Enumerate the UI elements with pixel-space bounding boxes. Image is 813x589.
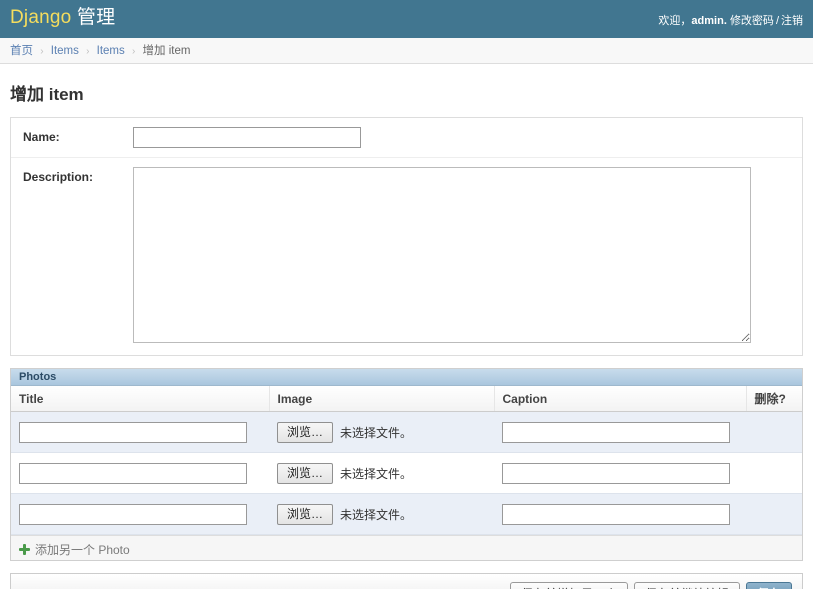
save-button[interactable] (745, 582, 792, 589)
photo-file-input[interactable]: 浏览… 未选择文件。 (277, 503, 486, 525)
add-another-photo-link[interactable]: 添加另一个 Photo (19, 541, 130, 558)
table-row: 浏览… 未选择文件。 (11, 452, 802, 494)
site-title-brand: Django (10, 7, 72, 28)
table-row: 浏览… 未选择文件。 (11, 493, 802, 535)
browse-button[interactable]: 浏览… (277, 462, 333, 484)
username-label: admin. (691, 15, 727, 27)
cell-image: 浏览… 未选择文件。 (269, 411, 494, 453)
breadcrumb: 首页 › Items › Items › 增加 item (0, 38, 813, 64)
cell-caption (494, 411, 746, 453)
photo-caption-input[interactable] (502, 462, 730, 484)
breadcrumb-item-model[interactable]: Items (97, 45, 125, 57)
logout-link[interactable]: 注销 (781, 15, 803, 27)
file-status-label: 未选择文件。 (340, 507, 413, 522)
photo-caption-input[interactable] (502, 421, 730, 443)
plus-icon (19, 544, 30, 555)
cell-delete (746, 411, 802, 453)
save-and-continue-button[interactable] (633, 582, 740, 589)
column-header-title: Title (11, 386, 270, 412)
site-title-suffix: 管理 (76, 7, 116, 28)
inline-heading-photos: Photos (11, 369, 802, 386)
page-header: Django 管理 欢迎，admin. 修改密码 / 注销 (0, 0, 813, 38)
photo-title-input[interactable] (19, 503, 247, 525)
cell-title (11, 493, 269, 535)
breadcrumb-separator: › (86, 46, 90, 57)
file-status-label: 未选择文件。 (340, 425, 413, 440)
submit-row (10, 573, 803, 589)
cell-caption (494, 452, 746, 494)
user-tools: 欢迎，admin. 修改密码 / 注销 (658, 12, 803, 28)
photo-title-input[interactable] (19, 462, 247, 484)
file-status-label: 未选择文件。 (340, 466, 413, 481)
browse-button[interactable]: 浏览… (277, 503, 333, 525)
breadcrumb-item-current: 增加 item (142, 45, 191, 57)
content-area: 增加 item Name: Description: Photos Title (0, 64, 813, 589)
description-textarea[interactable] (133, 167, 751, 343)
site-title[interactable]: Django 管理 (10, 7, 115, 29)
breadcrumb-separator: › (40, 46, 44, 57)
welcome-text: 欢迎， (658, 15, 692, 27)
description-field-label: Description: (23, 170, 94, 184)
photo-title-input[interactable] (19, 421, 247, 443)
breadcrumb-separator: › (131, 46, 136, 57)
photo-caption-input[interactable] (502, 503, 730, 525)
inline-group-photos: Photos Title Image Caption 删除? 浏览… 未选择文件… (10, 368, 803, 561)
cell-title (11, 411, 269, 453)
photos-header-row: Title Image Caption 删除? (11, 386, 802, 412)
save-and-add-another-button[interactable] (509, 582, 628, 589)
page-title: 增加 item (10, 85, 84, 104)
column-header-caption: Caption (494, 386, 747, 412)
cell-delete (746, 493, 802, 535)
name-input[interactable] (133, 127, 361, 148)
cell-title (11, 452, 269, 494)
column-header-image: Image (269, 386, 495, 412)
name-field-holder (133, 127, 790, 148)
form-row-name: Name: (11, 118, 802, 158)
cell-image: 浏览… 未选择文件。 (269, 493, 494, 535)
photo-file-input[interactable]: 浏览… 未选择文件。 (277, 421, 486, 443)
description-field-holder (133, 167, 790, 346)
photo-file-input[interactable]: 浏览… 未选择文件。 (277, 462, 486, 484)
photos-table-body: 浏览… 未选择文件。 浏览… 未选择文件。 浏览… 未选择文件。 (11, 411, 802, 535)
branding: Django 管理 (10, 7, 115, 29)
photos-table-head: Title Image Caption 删除? (11, 386, 802, 412)
column-header-delete: 删除? (746, 386, 802, 412)
breadcrumb-item-app[interactable]: Items (51, 45, 79, 57)
browse-button[interactable]: 浏览… (277, 421, 333, 443)
cell-caption (494, 493, 746, 535)
cell-delete (746, 452, 802, 494)
user-tools-separator: / (775, 15, 779, 27)
breadcrumb-item-home[interactable]: 首页 (10, 45, 33, 57)
cell-image: 浏览… 未选择文件。 (269, 452, 494, 494)
photos-inline-table: Title Image Caption 删除? 浏览… 未选择文件。 浏览… 未… (11, 386, 802, 535)
name-field-label: Name: (23, 130, 60, 144)
add-another-photo-label: 添加另一个 Photo (35, 543, 130, 557)
form-row-description: Description: (11, 158, 802, 355)
table-row: 浏览… 未选择文件。 (11, 411, 802, 453)
main-form-module: Name: Description: (10, 117, 803, 356)
change-password-link[interactable]: 修改密码 (730, 15, 774, 27)
add-row-container: 添加另一个 Photo (11, 535, 802, 560)
